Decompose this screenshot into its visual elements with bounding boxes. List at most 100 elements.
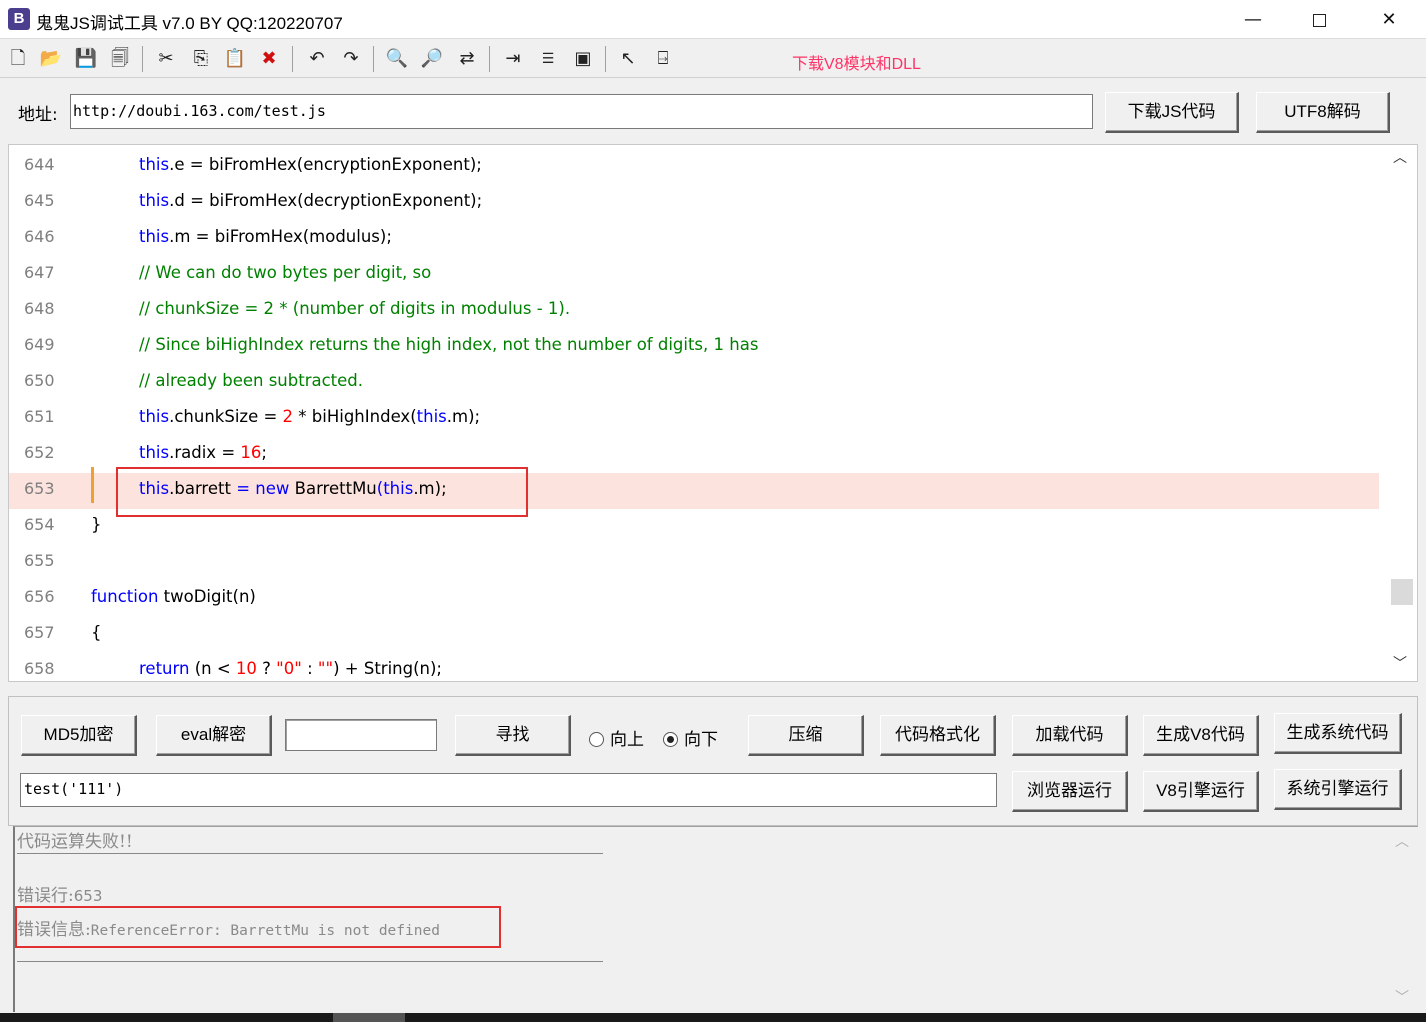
line-number: 655 xyxy=(24,551,55,570)
find-button[interactable]: 寻找 xyxy=(455,715,571,756)
code-line[interactable]: 651 this.chunkSize = 2 * biHighIndex(this… xyxy=(9,401,1379,437)
md5-encrypt-button[interactable]: MD5加密 xyxy=(21,715,137,756)
code-text: { xyxy=(91,623,102,642)
line-number: 654 xyxy=(24,515,55,534)
output-scroll-down-icon[interactable]: ﹀ xyxy=(1395,987,1409,1007)
control-panel: MD5加密 eval解密 寻找 向上 向下 压缩 代码格式化 加载代码 生成V8… xyxy=(8,696,1418,826)
save-all-icon[interactable]: 🗐 xyxy=(107,46,133,72)
taskbar-item[interactable] xyxy=(333,1013,405,1022)
line-number: 650 xyxy=(24,371,55,390)
radio-search-down[interactable]: 向下 xyxy=(663,725,718,750)
paste-icon[interactable]: 📋 xyxy=(222,46,248,72)
copy-icon[interactable]: ⎘ xyxy=(188,46,214,72)
error-info-annotation-box xyxy=(15,906,501,948)
radio-down-dot[interactable] xyxy=(663,732,678,747)
toolbar-separator xyxy=(142,46,143,72)
radio-down-label: 向下 xyxy=(684,730,718,749)
toolbar: 🗋 📂 💾 🗐 ✂ ⎘ 📋 ✖ ↶ ↷ 🔍 🔎 ⇄ ⇥ ☰ ▣ ↖ ⍈ 下载V8… xyxy=(0,40,1426,78)
editor-vertical-scrollbar[interactable]: ︿ ﹀ xyxy=(1387,145,1417,681)
code-text: // Since biHighIndex returns the high in… xyxy=(139,335,759,354)
save-icon[interactable]: 💾 xyxy=(73,46,99,72)
window-icon[interactable]: ▣ xyxy=(570,46,596,72)
toolbar-separator xyxy=(292,46,293,72)
maximize-button[interactable] xyxy=(1296,0,1342,39)
code-line[interactable]: 658 return (n < 10 ? "0" : "") + String(n… xyxy=(9,653,1379,681)
code-text: this.m = biFromHex(modulus); xyxy=(139,227,392,246)
delete-icon[interactable]: ✖ xyxy=(256,46,282,72)
line-number: 644 xyxy=(24,155,55,174)
error-line-value: 653 xyxy=(73,887,103,905)
code-line[interactable]: 656 function twoDigit(n) xyxy=(9,581,1379,617)
format-code-button[interactable]: 代码格式化 xyxy=(880,715,996,756)
line-number: 646 xyxy=(24,227,55,246)
output-scroll-up-icon[interactable]: ︿ xyxy=(1395,831,1409,851)
numbered-list-icon[interactable]: ☰ xyxy=(535,46,561,72)
download-js-button[interactable]: 下载JS代码 xyxy=(1105,92,1239,133)
open-folder-icon[interactable]: 📂 xyxy=(38,46,64,72)
code-line[interactable]: 649 // Since biHighIndex returns the high… xyxy=(9,329,1379,365)
line-number: 648 xyxy=(24,299,55,318)
code-line[interactable]: 645 this.d = biFromHex(decryptionExponent… xyxy=(9,185,1379,221)
radio-up-dot[interactable] xyxy=(589,732,604,747)
line-number: 653 xyxy=(24,479,55,498)
address-input[interactable]: http://doubi.163.com/test.js xyxy=(70,94,1093,129)
toolbar-separator xyxy=(373,46,374,72)
line-number: 645 xyxy=(24,191,55,210)
close-button[interactable]: ✕ xyxy=(1366,0,1412,39)
help-pointer-icon[interactable]: ↖ xyxy=(615,46,641,72)
indent-icon[interactable]: ⇥ xyxy=(500,46,526,72)
line-number: 651 xyxy=(24,407,55,426)
code-editor[interactable]: 644 this.e = biFromHex(encryptionExponent… xyxy=(8,144,1418,682)
minimize-button[interactable]: — xyxy=(1230,0,1276,39)
radio-search-up[interactable]: 向上 xyxy=(589,725,644,750)
line-number: 658 xyxy=(24,659,55,678)
toolbar-separator xyxy=(489,46,490,72)
address-label: 地址: xyxy=(18,105,58,125)
utf8-decode-button[interactable]: UTF8解码 xyxy=(1256,92,1390,133)
code-line[interactable]: 655 xyxy=(9,545,1379,581)
search-input[interactable] xyxy=(285,719,437,751)
line-number: 657 xyxy=(24,623,55,642)
line-number: 647 xyxy=(24,263,55,282)
title-bar: B 鬼鬼JS调试工具 v7.0 BY QQ:120220707 — ✕ xyxy=(0,0,1426,39)
cut-icon[interactable]: ✂ xyxy=(153,46,179,72)
error-line-label: 错误行: xyxy=(17,886,74,906)
code-text: // chunkSize = 2 * (number of digits in … xyxy=(139,299,571,318)
generate-system-code-button[interactable]: 生成系统代码 xyxy=(1274,713,1402,754)
toolbar-separator xyxy=(605,46,606,72)
code-text: } xyxy=(91,515,102,534)
load-code-button[interactable]: 加载代码 xyxy=(1012,715,1128,756)
code-line[interactable]: 646 this.m = biFromHex(modulus); xyxy=(9,221,1379,257)
exit-icon[interactable]: ⍈ xyxy=(650,46,676,72)
line-number: 652 xyxy=(24,443,55,462)
output-console[interactable]: 代码运算失败!! 错误行:653 错误信息:ReferenceError: Ba… xyxy=(13,826,1418,1012)
redo-icon[interactable]: ↷ xyxy=(338,46,364,72)
generate-v8-code-button[interactable]: 生成V8代码 xyxy=(1143,715,1259,756)
code-line[interactable]: 657 { xyxy=(9,617,1379,653)
code-text: // We can do two bytes per digit, so xyxy=(139,263,432,282)
call-expression-input[interactable]: test('111') xyxy=(20,773,997,807)
compress-button[interactable]: 压缩 xyxy=(748,715,864,756)
code-text: function twoDigit(n) xyxy=(91,587,256,606)
browser-run-button[interactable]: 浏览器运行 xyxy=(1012,771,1128,812)
code-line[interactable]: 644 this.e = biFromHex(encryptionExponent… xyxy=(9,149,1379,185)
code-line[interactable]: 648 // chunkSize = 2 * (number of digits … xyxy=(9,293,1379,329)
v8-engine-run-button[interactable]: V8引擎运行 xyxy=(1143,771,1259,812)
download-v8-link[interactable]: 下载V8模块和DLL xyxy=(792,50,921,74)
find-next-icon[interactable]: 🔎 xyxy=(419,46,445,72)
code-line[interactable]: 647 // We can do two bytes per digit, so xyxy=(9,257,1379,293)
output-divider xyxy=(17,853,603,854)
eval-decrypt-button[interactable]: eval解密 xyxy=(156,715,272,756)
scroll-down-icon[interactable]: ﹀ xyxy=(1393,653,1407,673)
find-icon[interactable]: 🔍 xyxy=(384,46,410,72)
scroll-up-icon[interactable]: ︿ xyxy=(1393,147,1407,167)
scrollbar-thumb[interactable] xyxy=(1391,579,1413,605)
code-text: this.e = biFromHex(encryptionExponent); xyxy=(139,155,482,174)
undo-icon[interactable]: ↶ xyxy=(304,46,330,72)
replace-icon[interactable]: ⇄ xyxy=(454,46,480,72)
window-title: 鬼鬼JS调试工具 v7.0 BY QQ:120220707 xyxy=(36,14,343,33)
output-divider xyxy=(17,961,603,962)
system-engine-run-button[interactable]: 系统引擎运行 xyxy=(1274,769,1402,810)
new-file-icon[interactable]: 🗋 xyxy=(5,46,31,72)
code-line[interactable]: 650 // already been subtracted. xyxy=(9,365,1379,401)
